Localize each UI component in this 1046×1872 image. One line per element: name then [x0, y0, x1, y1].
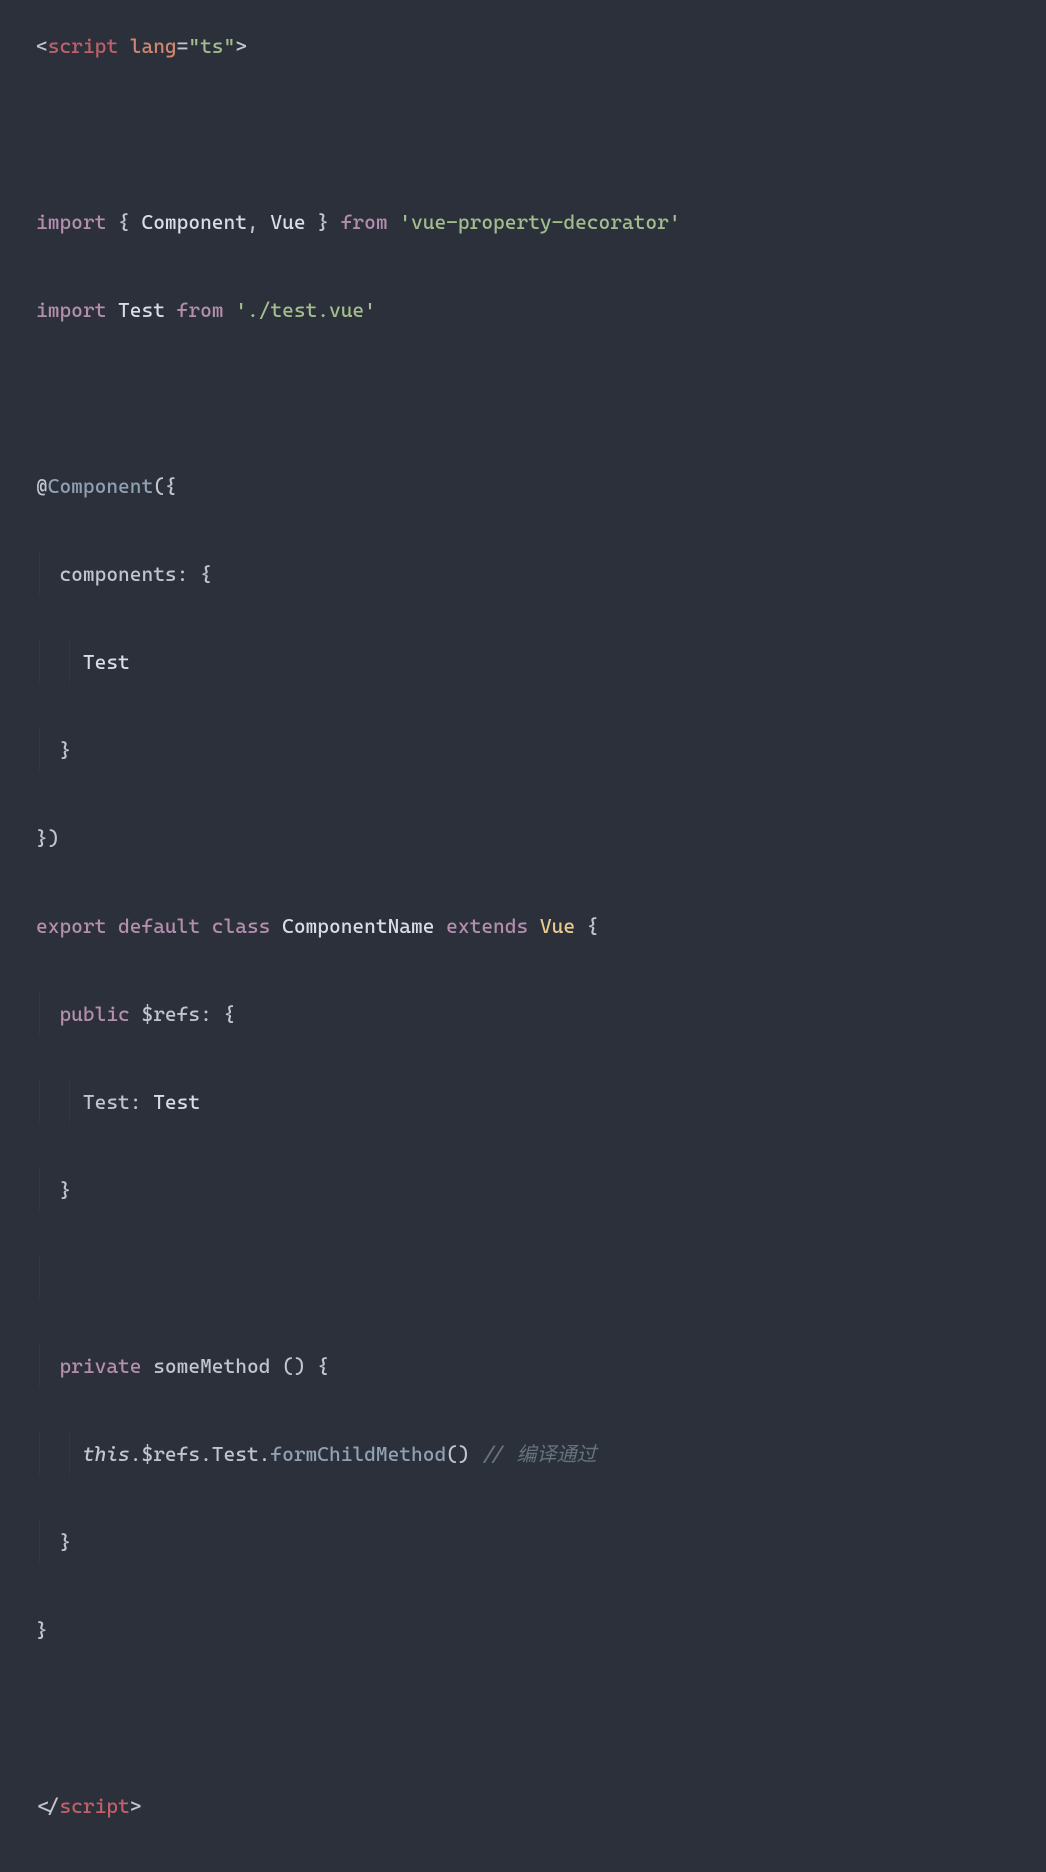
code-line: public $refs: {	[36, 992, 1010, 1036]
keyword-import: import	[36, 298, 106, 322]
attr-name: lang	[130, 34, 177, 58]
tag-name: script	[48, 34, 118, 58]
code-line: this.$refs.Test.formChildMethod() // 编译通…	[36, 1432, 1010, 1476]
code-line: }	[36, 1608, 1010, 1652]
keyword-extends: extends	[446, 914, 528, 938]
property: Test	[212, 1442, 259, 1466]
blank-line	[36, 112, 1010, 156]
attr-value: ts	[200, 34, 223, 58]
module-path: ./test.vue	[247, 298, 364, 322]
keyword-from: from	[341, 210, 388, 234]
keyword-class: class	[212, 914, 271, 938]
code-line: }	[36, 1168, 1010, 1212]
keyword-from: from	[177, 298, 224, 322]
keyword-this: this	[83, 1442, 130, 1466]
property: Test	[83, 1090, 130, 1114]
code-block: <script lang="ts"> import { Component, V…	[36, 24, 1010, 1872]
blank-line	[36, 376, 1010, 420]
module-path: vue-property-decorator	[411, 210, 669, 234]
code-line: import Test from './test.vue'	[36, 288, 1010, 332]
code-line: Test: Test	[36, 1080, 1010, 1124]
code-line: }	[36, 728, 1010, 772]
property: components	[59, 562, 176, 586]
code-line: Test	[36, 640, 1010, 684]
method-call: formChildMethod	[270, 1442, 446, 1466]
code-line: export default class ComponentName exten…	[36, 904, 1010, 948]
identifier: Vue	[270, 210, 305, 234]
class-name: ComponentName	[282, 914, 434, 938]
code-line: <script lang="ts">	[36, 24, 1010, 68]
superclass: Vue	[540, 914, 575, 938]
code-line: import { Component, Vue } from 'vue-prop…	[36, 200, 1010, 244]
code-line: components: {	[36, 552, 1010, 596]
identifier: Test	[118, 298, 165, 322]
code-line: }	[36, 1520, 1010, 1564]
keyword-default: default	[118, 914, 200, 938]
blank-line	[36, 1696, 1010, 1740]
decorator: Component	[48, 474, 153, 498]
code-line: })	[36, 816, 1010, 860]
keyword-export: export	[36, 914, 106, 938]
keyword-public: public	[59, 1002, 129, 1026]
identifier: Component	[141, 210, 246, 234]
tag-name: script	[59, 1794, 129, 1818]
code-line: </script>	[36, 1784, 1010, 1828]
comment-text: 编译通过	[516, 1442, 596, 1466]
property: $refs	[141, 1442, 200, 1466]
method-name: someMethod	[153, 1354, 270, 1378]
keyword-import: import	[36, 210, 106, 234]
code-line: @Component({	[36, 464, 1010, 508]
comment-slash: //	[481, 1442, 504, 1466]
code-line: private someMethod () {	[36, 1344, 1010, 1388]
at-sign: @	[36, 474, 48, 498]
type: Test	[153, 1090, 200, 1114]
angle-open: <	[36, 34, 48, 58]
keyword-private: private	[59, 1354, 141, 1378]
member: $refs	[141, 1002, 200, 1026]
identifier: Test	[83, 650, 130, 674]
blank-line	[36, 1256, 1010, 1300]
